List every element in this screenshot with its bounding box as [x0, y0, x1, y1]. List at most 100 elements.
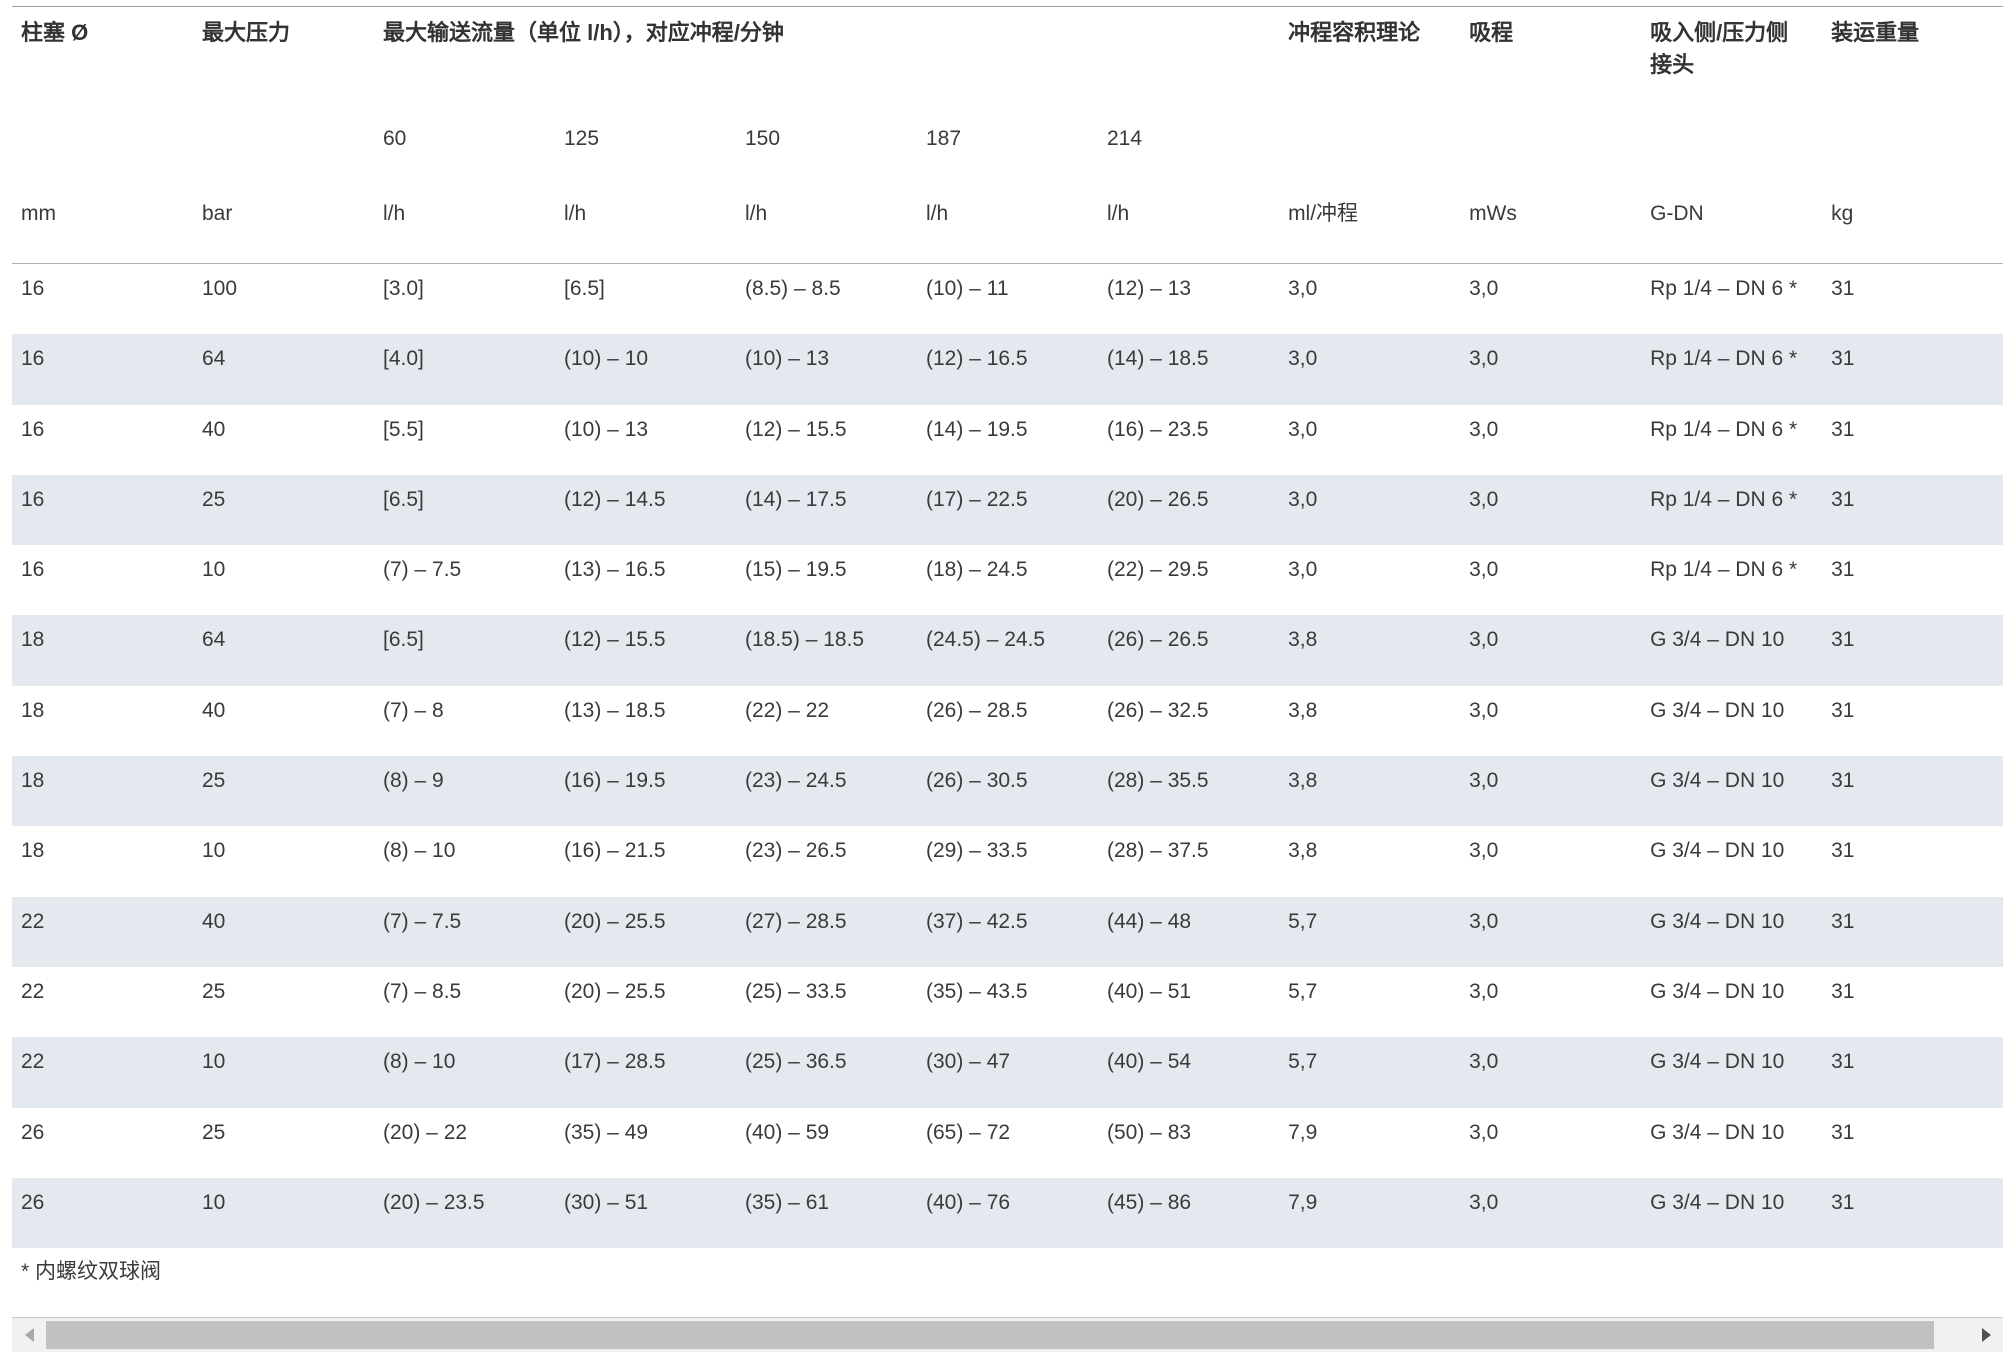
stroke-volume-cell: 5,7	[1279, 896, 1461, 967]
plunger-diameter-cell: 22	[21, 979, 45, 1003]
flow-214-cell: (40) – 54	[1098, 1037, 1280, 1108]
scrollbar-thumb[interactable]	[46, 1321, 1935, 1349]
flow-125-cell: [6.5]	[564, 277, 605, 300]
horizontal-scrollbar[interactable]	[12, 1318, 2003, 1352]
flow-125-cell: (20) – 25.5	[564, 979, 666, 1003]
plunger-diameter-cell: 16	[12, 474, 193, 546]
header-max-pressure: 最大压力	[202, 20, 291, 45]
max-pressure-cell: 25	[193, 474, 374, 546]
header-connection: 吸入侧/压力侧接头	[1641, 7, 1822, 101]
header-suction-lift: 吸程	[1469, 20, 1514, 45]
connection-cell: Rp 1/4 – DN 6 *	[1650, 558, 1798, 582]
flow-150-cell: (10) – 13	[736, 334, 917, 405]
suction-lift-cell: 3,0	[1469, 277, 1499, 300]
max-pressure-cell: 100	[202, 277, 238, 300]
flow-125-cell: (13) – 16.5	[564, 558, 666, 582]
suction-lift-cell: 3,0	[1460, 1177, 1642, 1249]
suction-lift-cell: 3,0	[1469, 417, 1499, 441]
stroke-volume-cell: 5,7	[1288, 979, 1318, 1003]
unit-stroke-volume: ml/冲程	[1288, 202, 1359, 225]
suction-lift-cell: 3,0	[1469, 1120, 1499, 1144]
flow-125-cell: (16) – 19.5	[555, 756, 736, 827]
flow-187-cell: (14) – 19.5	[926, 417, 1028, 441]
max-pressure-cell: 10	[202, 839, 226, 863]
footnote: * 内螺纹双球阀	[21, 1260, 162, 1283]
table-row: 16 64 [4.0] (10) – 10 (10) – 13 (12) – 16.5 (1…	[12, 334, 2003, 405]
max-pressure-cell: 10	[193, 1037, 374, 1108]
unit-flow-150: l/h	[745, 202, 768, 225]
triangle-right-icon	[1981, 1328, 1991, 1342]
connection-cell: Rp 1/4 – DN 6 *	[1641, 334, 1823, 405]
connection-cell: G 3/4 – DN 10	[1650, 979, 1785, 1003]
flow-214-cell: (16) – 23.5	[1107, 417, 1209, 441]
table-top-border	[12, 6, 2003, 7]
max-pressure-cell: 64	[193, 615, 374, 686]
flow-125-cell: (30) – 51	[555, 1177, 736, 1249]
stroke-volume-cell: 3,0	[1279, 474, 1461, 546]
scroll-left-button[interactable]	[12, 1318, 46, 1352]
flow-214-cell: (14) – 18.5	[1098, 334, 1280, 405]
flow-187-cell: (29) – 33.5	[926, 839, 1028, 863]
shipping-weight-cell: 31	[1831, 1120, 1855, 1144]
header-plunger-diameter: 柱塞 Ø	[21, 20, 89, 45]
flow-187-cell: (40) – 76	[917, 1177, 1098, 1249]
flow-150-cell: (35) – 61	[736, 1177, 917, 1249]
connection-cell: G 3/4 – DN 10	[1650, 839, 1785, 863]
flow-214-cell: (44) – 48	[1098, 896, 1280, 967]
header-empty-cell	[12, 101, 193, 177]
header-row-titles: 柱塞 Ø 最大压力 最大输送流量（单位 l/h），对应冲程/分钟 冲程容积理论 …	[12, 7, 2003, 101]
flow-60-cell: (8) – 9	[374, 756, 555, 827]
plunger-diameter-cell: 18	[21, 698, 45, 722]
shipping-weight-cell: 31	[1822, 334, 2003, 405]
stroke-volume-cell: 3,8	[1279, 615, 1461, 686]
max-pressure-cell: 64	[193, 334, 374, 405]
suction-lift-cell: 3,0	[1460, 1037, 1642, 1108]
flow-150-cell: (18.5) – 18.5	[736, 615, 917, 686]
flow-125-cell: (16) – 21.5	[564, 839, 666, 863]
flow-187-cell: (65) – 72	[926, 1120, 1011, 1144]
flow-60-cell: (20) – 22	[383, 1120, 468, 1144]
connection-cell: G 3/4 – DN 10	[1641, 1177, 1823, 1249]
table-row: 22 25 (7) – 8.5 (20) – 25.5 (25) – 33.5 (35) …	[12, 967, 2003, 1037]
flow-187-cell: (12) – 16.5	[917, 334, 1098, 405]
flow-150-cell: (23) – 26.5	[745, 839, 847, 863]
header-max-flow: 最大输送流量（单位 l/h），对应冲程/分钟	[383, 20, 784, 45]
flow-60-cell: (8) – 10	[374, 1037, 555, 1108]
plunger-diameter-cell: 22	[12, 896, 193, 967]
unit-connection: G-DN	[1650, 202, 1704, 225]
suction-lift-cell: 3,0	[1469, 979, 1499, 1003]
suction-lift-cell: 3,0	[1460, 334, 1642, 405]
flow-187-cell: (26) – 28.5	[926, 698, 1028, 722]
flow-60-cell: (20) – 23.5	[374, 1177, 555, 1249]
scrollbar-top-border	[12, 1317, 2003, 1318]
stroke-volume-cell: 3,8	[1279, 756, 1461, 827]
header-strokes-187: 187	[926, 127, 962, 150]
unit-flow-60: l/h	[383, 202, 406, 225]
stroke-volume-cell: 5,7	[1279, 1037, 1461, 1108]
suction-lift-cell: 3,0	[1460, 615, 1642, 686]
plunger-diameter-cell: 18	[21, 839, 45, 863]
connection-cell: G 3/4 – DN 10	[1641, 1037, 1823, 1108]
scroll-right-button[interactable]	[1969, 1318, 2003, 1352]
shipping-weight-cell: 31	[1831, 839, 1855, 863]
flow-60-cell: (7) – 7.5	[383, 558, 462, 582]
plunger-diameter-cell: 18	[12, 756, 193, 827]
header-empty-cell	[1460, 101, 1641, 177]
flow-214-cell: (40) – 51	[1107, 979, 1192, 1003]
max-pressure-cell: 25	[193, 756, 374, 827]
flow-60-cell: [6.5]	[374, 615, 555, 686]
max-pressure-cell: 40	[193, 896, 374, 967]
flow-150-cell: (25) – 33.5	[745, 979, 847, 1003]
header-strokes-150: 150	[745, 127, 781, 150]
connection-cell: G 3/4 – DN 10	[1641, 615, 1823, 686]
flow-60-cell: [4.0]	[374, 334, 555, 405]
header-row-strokes: 60 125 150 187 214	[12, 101, 2003, 177]
header-strokes-214: 214	[1107, 127, 1143, 150]
stroke-volume-cell: 7,9	[1279, 1177, 1461, 1249]
stroke-volume-cell: 3,0	[1288, 417, 1318, 441]
stroke-volume-cell: 3,8	[1288, 839, 1318, 863]
shipping-weight-cell: 31	[1822, 474, 2003, 546]
flow-214-cell: (20) – 26.5	[1098, 474, 1280, 546]
flow-60-cell: [6.5]	[374, 474, 555, 546]
table-row: 18 25 (8) – 9 (16) – 19.5 (23) – 24.5 (26) – …	[12, 756, 2003, 827]
